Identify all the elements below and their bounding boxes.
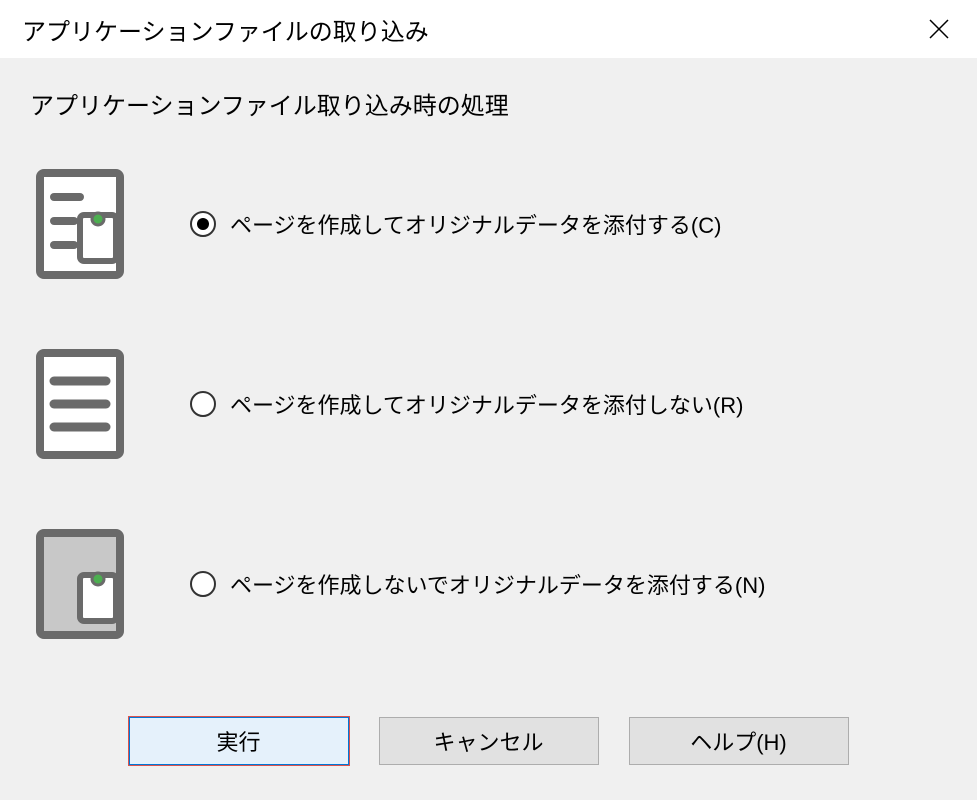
close-icon [928,18,950,40]
option-2-label: ページを作成してオリジナルデータを添付しない(R) [230,388,743,420]
radio-option-2[interactable] [190,391,216,417]
page-with-attachment-icon [30,169,130,279]
page-icon [30,349,130,459]
option-create-page-no-attach[interactable]: ページを作成してオリジナルデータを添付しない(R) [30,349,947,459]
option-create-page-attach[interactable]: ページを作成してオリジナルデータを添付する(C) [30,169,947,279]
subtitle: アプリケーションファイル取り込み時の処理 [30,86,947,121]
button-row: 実行 キャンセル ヘルプ(H) [30,709,947,765]
radio-option-1[interactable] [190,211,216,237]
window-title: アプリケーションファイルの取り込み [22,12,429,47]
attachment-only-icon [30,529,130,639]
radio-option-3[interactable] [190,571,216,597]
option-1-label: ページを作成してオリジナルデータを添付する(C) [230,208,721,240]
titlebar: アプリケーションファイルの取り込み [0,0,977,58]
option-3-label: ページを作成しないでオリジナルデータを添付する(N) [230,568,765,600]
execute-button[interactable]: 実行 [129,717,349,765]
dialog-body: アプリケーションファイル取り込み時の処理 ページを作成してオリジナルデータを添付… [0,58,977,765]
help-button[interactable]: ヘルプ(H) [629,717,849,765]
option-no-page-attach[interactable]: ページを作成しないでオリジナルデータを添付する(N) [30,529,947,639]
cancel-button[interactable]: キャンセル [379,717,599,765]
close-button[interactable] [919,9,959,49]
